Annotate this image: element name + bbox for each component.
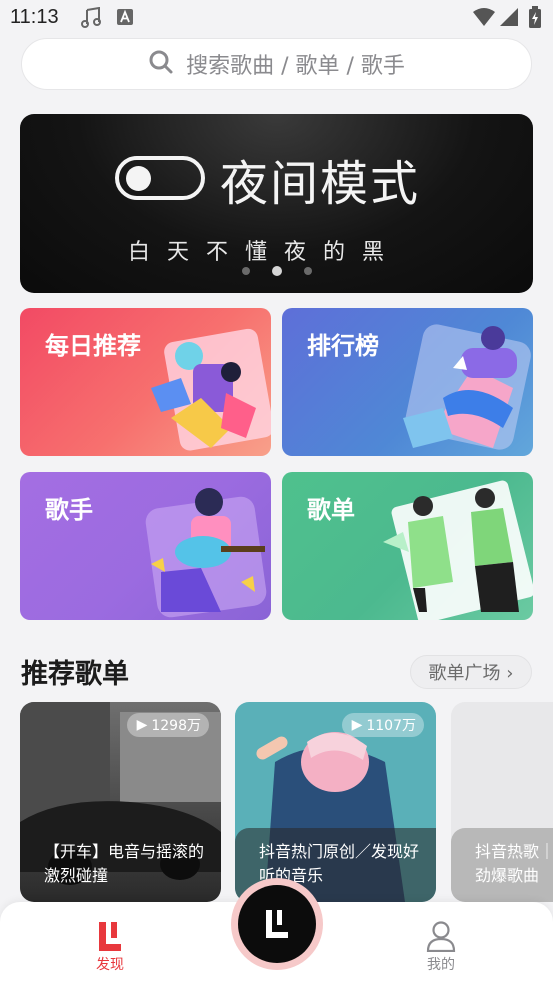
- playlist-title: 【开车】电音与摇滚的激烈碰撞: [44, 842, 205, 885]
- carousel-dot[interactable]: [242, 267, 250, 275]
- notification-a-icon: [117, 9, 133, 29]
- toggle-knob: [126, 166, 151, 191]
- player-center-button[interactable]: [231, 878, 323, 970]
- category-card-daily[interactable]: 每日推荐: [20, 308, 271, 456]
- player-logo: [238, 885, 316, 963]
- search-icon: [148, 49, 174, 79]
- wifi-icon: [473, 8, 495, 30]
- category-label: 歌单: [307, 496, 355, 524]
- app-logo-icon: [266, 910, 288, 938]
- signal-icon: [500, 8, 518, 30]
- daily-illustration: [151, 328, 271, 451]
- category-label: 排行榜: [307, 332, 379, 360]
- banner-subtitle: 白天不懂夜的黑: [128, 240, 402, 265]
- status-time: 11:13: [10, 6, 59, 28]
- playlist-title: 抖音热歌｜劲爆歌曲: [451, 828, 553, 902]
- user-icon: [411, 920, 471, 954]
- category-label: 每日推荐: [45, 332, 141, 360]
- search-placeholder: 搜索歌曲 / 歌单 / 歌手: [186, 54, 405, 79]
- playlist-card[interactable]: ▶ 1298万 【开车】电音与摇滚的激烈碰撞: [20, 702, 221, 902]
- nav-mine[interactable]: 我的: [411, 920, 471, 974]
- playlists-illustration: [383, 480, 533, 620]
- search-bar[interactable]: 搜索歌曲 / 歌单 / 歌手: [21, 38, 532, 90]
- play-count: 1298万: [151, 718, 201, 734]
- nav-label: 我的: [427, 957, 455, 973]
- play-count: 1107万: [366, 718, 416, 734]
- banner-title: 夜间模式: [220, 156, 421, 212]
- carousel-dot[interactable]: [304, 267, 312, 275]
- play-icon: ▶: [351, 717, 363, 733]
- toggle-switch-graphic: [115, 156, 205, 200]
- music-note-icon: [80, 6, 102, 33]
- playlist-square-button[interactable]: 歌单广场 ›: [410, 655, 532, 689]
- status-bar: 11:13: [0, 0, 553, 36]
- nav-label: 发现: [96, 957, 124, 973]
- category-card-playlists[interactable]: 歌单: [282, 472, 533, 620]
- battery-icon: [529, 6, 541, 32]
- play-icon: ▶: [136, 717, 148, 733]
- playlist-card[interactable]: 抖音热歌｜劲爆歌曲: [451, 702, 553, 902]
- play-count-badge: ▶ 1298万: [126, 713, 209, 737]
- carousel-dot-active[interactable]: [272, 266, 282, 276]
- playlist-card[interactable]: ▶ 1107万 抖音热门原创／发现好听的音乐: [235, 702, 436, 902]
- singers-illustration: [145, 488, 267, 618]
- nav-discover[interactable]: 发现: [80, 920, 140, 974]
- carousel-indicator: [242, 266, 312, 276]
- discover-icon: [80, 920, 140, 954]
- banner-carousel[interactable]: 夜间模式 白天不懂夜的黑: [20, 114, 533, 293]
- section-title: 推荐歌单: [21, 659, 129, 690]
- category-card-charts[interactable]: 排行榜: [282, 308, 533, 456]
- category-label: 歌手: [45, 496, 93, 524]
- category-card-singers[interactable]: 歌手: [20, 472, 271, 620]
- charts-illustration: [403, 324, 531, 450]
- play-count-badge: ▶ 1107万: [341, 713, 424, 737]
